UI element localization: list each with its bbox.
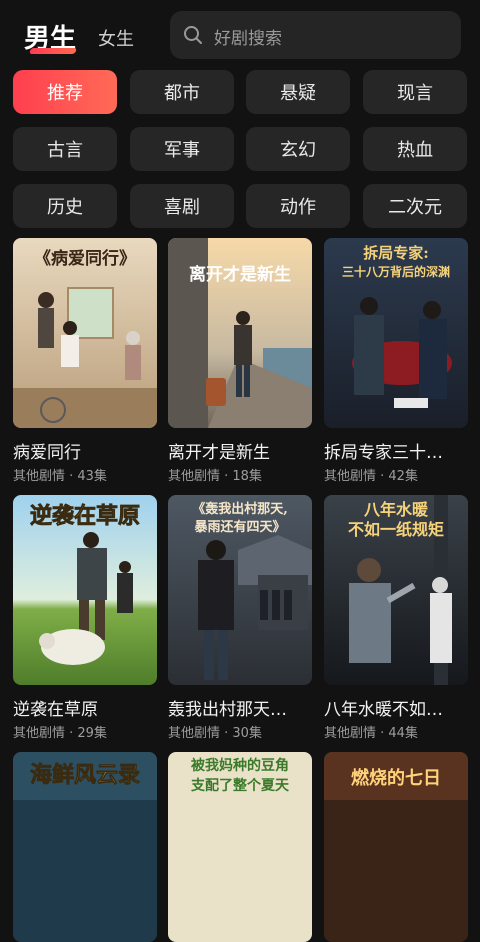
category-chip-modern-romance[interactable]: 现言 xyxy=(363,70,467,114)
drama-poster[interactable]: 逆袭在草原 xyxy=(13,495,157,685)
search-icon xyxy=(184,26,202,44)
drama-poster[interactable]: 八年水暖 不如一纸规矩 xyxy=(324,495,468,685)
drama-meta: 其他剧情 · 43集 xyxy=(13,469,107,484)
category-chip-anime[interactable]: 二次元 xyxy=(363,184,467,228)
category-chip-recommend[interactable]: 推荐 xyxy=(13,70,117,114)
drama-poster[interactable]: 《轰我出村那天, 暴雨还有四天》 xyxy=(168,495,312,685)
drama-meta: 其他剧情 · 42集 xyxy=(324,469,418,484)
svg-text:海鲜风云录: 海鲜风云录 xyxy=(30,762,140,788)
category-chip-action[interactable]: 动作 xyxy=(246,184,350,228)
tab-active-indicator xyxy=(28,48,78,54)
svg-text:燃烧的七日: 燃烧的七日 xyxy=(351,767,441,789)
category-chip-ancient-romance[interactable]: 古言 xyxy=(13,127,117,171)
top-header: 男生 女生 好剧搜索 xyxy=(0,0,480,70)
drama-poster[interactable]: 《病爱同行》 xyxy=(13,238,157,428)
svg-text:逆袭在草原: 逆袭在草原 xyxy=(30,503,140,529)
drama-meta: 其他剧情 · 18集 xyxy=(168,469,262,484)
drama-meta: 其他剧情 · 29集 xyxy=(13,726,107,741)
svg-text:暴雨还有四天》: 暴雨还有四天》 xyxy=(193,519,285,535)
svg-text:支配了整个夏天: 支配了整个夏天 xyxy=(190,777,290,794)
drama-title: 八年水暖不如… xyxy=(324,700,443,720)
svg-text:离开才是新生: 离开才是新生 xyxy=(189,264,291,285)
category-chip-suspense[interactable]: 悬疑 xyxy=(246,70,350,114)
svg-text:三十八万背后的深渊: 三十八万背后的深渊 xyxy=(342,264,450,279)
svg-text:被我妈种的豆角: 被我妈种的豆角 xyxy=(191,757,289,774)
category-chip-urban[interactable]: 都市 xyxy=(130,70,234,114)
drama-title: 轰我出村那天… xyxy=(168,700,287,720)
drama-title: 逆袭在草原 xyxy=(13,700,98,720)
drama-poster[interactable]: 被我妈种的豆角 支配了整个夏天 xyxy=(168,752,312,942)
category-chip-military[interactable]: 军事 xyxy=(130,127,234,171)
tab-female[interactable]: 女生 xyxy=(98,25,134,51)
svg-text:拆局专家:: 拆局专家: xyxy=(363,244,429,262)
svg-text:不如一纸规矩: 不如一纸规矩 xyxy=(348,520,444,539)
drama-title: 病爱同行 xyxy=(13,443,81,463)
drama-meta: 其他剧情 · 44集 xyxy=(324,726,418,741)
category-chip-history[interactable]: 历史 xyxy=(13,184,117,228)
category-chip-comedy[interactable]: 喜剧 xyxy=(130,184,234,228)
svg-text:八年水暖: 八年水暖 xyxy=(363,500,429,519)
svg-text:《病爱同行》: 《病爱同行》 xyxy=(34,248,136,269)
drama-poster[interactable]: 海鲜风云录 xyxy=(13,752,157,942)
category-chip-hot-blooded[interactable]: 热血 xyxy=(363,127,467,171)
search-placeholder: 好剧搜索 xyxy=(214,29,282,49)
drama-title: 离开才是新生 xyxy=(168,443,270,463)
drama-poster[interactable]: 燃烧的七日 xyxy=(324,752,468,942)
search-bar[interactable]: 好剧搜索 xyxy=(170,11,461,59)
drama-poster[interactable]: 拆局专家: 三十八万背后的深渊 xyxy=(324,238,468,428)
drama-title: 拆局专家三十… xyxy=(324,443,443,463)
drama-poster[interactable]: 离开才是新生 xyxy=(168,238,312,428)
svg-text:《轰我出村那天,: 《轰我出村那天, xyxy=(192,501,288,517)
category-chip-fantasy[interactable]: 玄幻 xyxy=(246,127,350,171)
drama-meta: 其他剧情 · 30集 xyxy=(168,726,262,741)
